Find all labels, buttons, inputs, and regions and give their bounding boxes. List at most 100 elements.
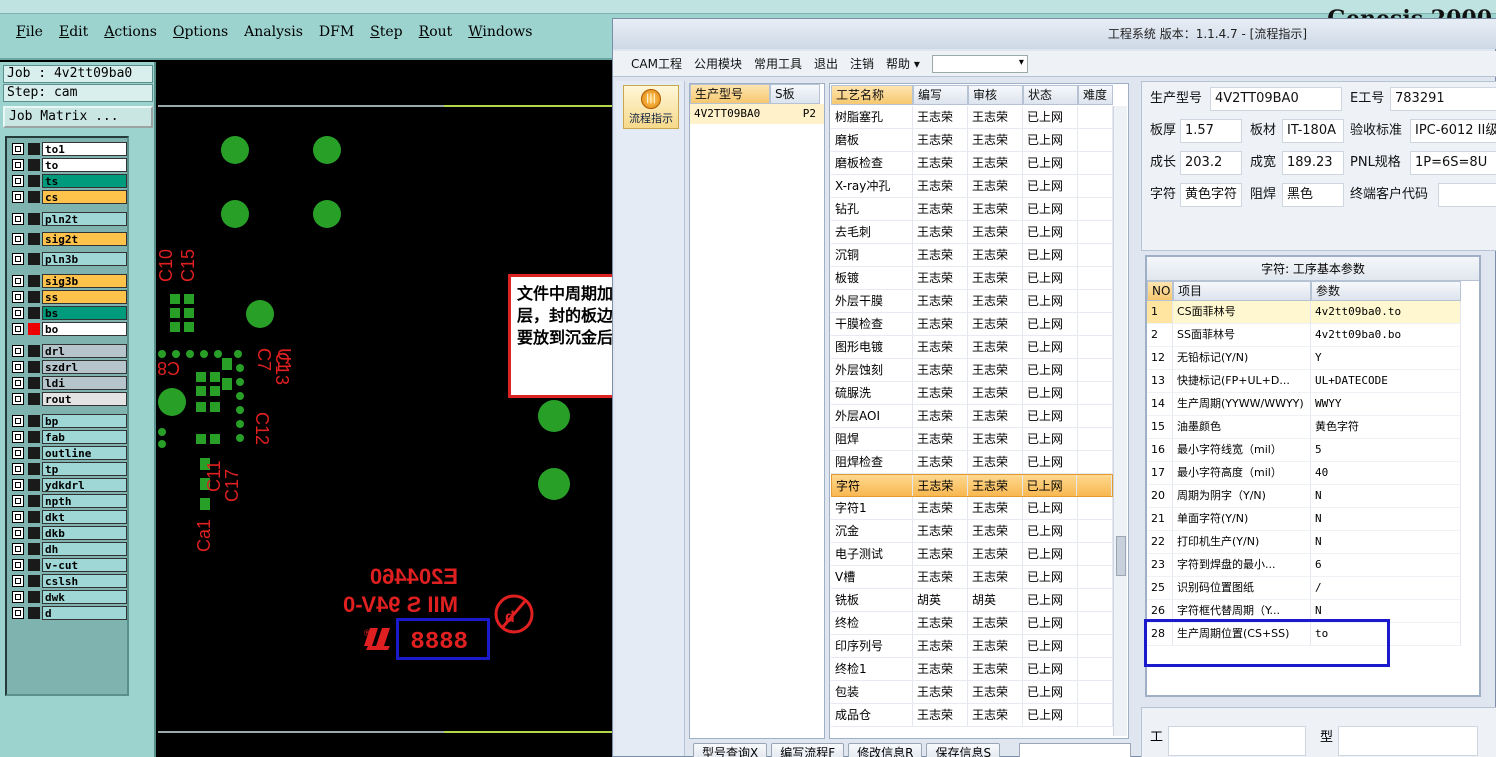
menu-analysis[interactable]: Analysis (236, 22, 311, 42)
param-row[interactable]: 20 周期为阴字（Y/N) N (1147, 485, 1479, 508)
process-scrollbar[interactable] (1113, 106, 1127, 736)
thick-field[interactable]: 1.57 (1180, 119, 1242, 143)
process-row[interactable]: 磨板 王志荣 王志荣 已上网 (831, 129, 1113, 152)
menu-actions[interactable]: Actions (96, 22, 165, 42)
layer-row[interactable]: v-cut (9, 558, 127, 572)
layer-checkbox[interactable] (12, 575, 24, 587)
layer-name[interactable]: ldi (42, 376, 127, 390)
flow-indicator-button[interactable]: ||| 流程指示 (623, 85, 679, 129)
layer-name[interactable]: dkb (42, 526, 127, 540)
process-row[interactable]: V槽 王志荣 王志荣 已上网 (831, 566, 1113, 589)
param-row[interactable]: 2 SS面菲林号 4v2tt09ba0.bo (1147, 324, 1479, 347)
layer-checkbox[interactable] (12, 191, 24, 203)
layer-row[interactable]: pln2t (9, 212, 127, 226)
layer-checkbox[interactable] (12, 559, 24, 571)
menu-edit[interactable]: Edit (51, 22, 96, 42)
cust-field[interactable] (1438, 183, 1496, 207)
layer-checkbox[interactable] (12, 591, 24, 603)
layer-row[interactable]: dkb (9, 526, 127, 540)
col-no[interactable]: NO (1147, 281, 1173, 301)
layer-checkbox[interactable] (12, 607, 24, 619)
process-row[interactable]: 成品仓 王志荣 王志荣 已上网 (831, 704, 1113, 727)
process-row[interactable]: 板镀 王志荣 王志荣 已上网 (831, 267, 1113, 290)
menu-rout[interactable]: Rout (411, 22, 461, 42)
param-row[interactable]: 12 无铅标记(Y/N) Y (1147, 347, 1479, 370)
layer-name[interactable]: ydkdrl (42, 478, 127, 492)
col-param[interactable]: 参数 (1311, 281, 1461, 301)
layer-name[interactable]: dwk (42, 590, 127, 604)
col-reviewer[interactable]: 审核 (968, 85, 1023, 105)
param-row[interactable]: 13 快捷标记(FP+UL+D... UL+DATECODE (1147, 370, 1479, 393)
col-process[interactable]: 工艺名称 (831, 85, 913, 105)
layer-name[interactable]: szdrl (42, 360, 127, 374)
layer-checkbox[interactable] (12, 159, 24, 171)
graphic-canvas[interactable]: C10 C15 C8 C11 C13 C17 C12 C7 U1 Ca1 E20… (156, 62, 612, 757)
layer-checkbox[interactable] (12, 323, 24, 335)
lower-input-1[interactable] (1168, 726, 1306, 756)
process-row[interactable]: 树脂塞孔 王志荣 王志荣 已上网 (831, 106, 1113, 129)
process-row[interactable]: 沉铜 王志荣 王志荣 已上网 (831, 244, 1113, 267)
menu-windows[interactable]: Windows (460, 22, 540, 42)
len-field[interactable]: 203.2 (1180, 151, 1242, 175)
process-row[interactable]: 干膜检查 王志荣 王志荣 已上网 (831, 313, 1113, 336)
layer-name[interactable]: cslsh (42, 574, 127, 588)
menu-help[interactable]: 帮助 ▾ (880, 55, 926, 72)
menu-options[interactable]: Options (165, 22, 236, 42)
lower-input-2[interactable] (1338, 726, 1478, 756)
process-row[interactable]: 外层干膜 王志荣 王志荣 已上网 (831, 290, 1113, 313)
param-row[interactable]: 15 油墨颜色 黄色字符 (1147, 416, 1479, 439)
layer-row[interactable]: drl (9, 344, 127, 358)
layer-name[interactable]: pln2t (42, 212, 127, 226)
layer-row[interactable]: to (9, 158, 127, 172)
layer-name[interactable]: ts (42, 174, 127, 188)
menu-public[interactable]: 公用模块 (688, 55, 748, 72)
col-item[interactable]: 项目 (1173, 281, 1311, 301)
layer-checkbox[interactable] (12, 307, 24, 319)
layer-name[interactable]: sig2t (42, 232, 127, 246)
job-matrix-button[interactable]: Job Matrix ... (3, 106, 153, 128)
model-cell[interactable]: 4V2TT09BA0 (690, 104, 770, 124)
layer-name[interactable]: cs (42, 190, 127, 204)
layer-row[interactable]: ydkdrl (9, 478, 127, 492)
model-field[interactable]: 4V2TT09BA0 (1210, 87, 1342, 111)
menu-dfm[interactable]: DFM (311, 22, 362, 42)
menu-exit[interactable]: 退出 (808, 55, 844, 72)
process-row[interactable]: 印序列号 王志荣 王志荣 已上网 (831, 635, 1113, 658)
layer-checkbox[interactable] (12, 377, 24, 389)
layer-row[interactable]: to1 (9, 142, 127, 156)
layer-row[interactable]: ldi (9, 376, 127, 390)
layer-checkbox[interactable] (12, 393, 24, 405)
layer-checkbox[interactable] (12, 527, 24, 539)
mat-field[interactable]: IT-180A (1282, 119, 1344, 143)
param-row[interactable]: 23 字符到焊盘的最小... 6 (1147, 554, 1479, 577)
layer-row[interactable]: d (9, 606, 127, 620)
process-row[interactable]: 终检 王志荣 王志荣 已上网 (831, 612, 1113, 635)
layer-row[interactable]: rout (9, 392, 127, 406)
char-field[interactable]: 黄色字符 (1180, 183, 1242, 207)
menu-file[interactable]: File (8, 22, 51, 42)
layer-name[interactable]: bp (42, 414, 127, 428)
layer-row[interactable]: cslsh (9, 574, 127, 588)
layer-row[interactable]: pln3b (9, 252, 127, 266)
layer-checkbox[interactable] (12, 431, 24, 443)
layer-row[interactable]: bs (9, 306, 127, 320)
process-row[interactable]: 硫脲洗 王志荣 王志荣 已上网 (831, 382, 1113, 405)
bottom-input[interactable] (1019, 743, 1131, 757)
layer-row[interactable]: tp (9, 462, 127, 476)
menu-step[interactable]: Step (362, 22, 410, 42)
layer-name[interactable]: npth (42, 494, 127, 508)
layer-name[interactable]: d (42, 606, 127, 620)
layer-name[interactable]: to (42, 158, 127, 172)
process-row[interactable]: 沉金 王志荣 王志荣 已上网 (831, 520, 1113, 543)
layer-name[interactable]: to1 (42, 142, 127, 156)
layer-name[interactable]: ss (42, 290, 127, 304)
layer-checkbox[interactable] (12, 213, 24, 225)
process-row[interactable]: 图形电镀 王志荣 王志荣 已上网 (831, 336, 1113, 359)
process-row[interactable]: 字符 王志荣 王志荣 已上网 (831, 474, 1113, 497)
process-row[interactable]: 阻焊 王志荣 王志荣 已上网 (831, 428, 1113, 451)
layer-checkbox[interactable] (12, 233, 24, 245)
process-row[interactable]: 外层蚀刻 王志荣 王志荣 已上网 (831, 359, 1113, 382)
param-row[interactable]: 22 打印机生产(Y/N) N (1147, 531, 1479, 554)
mask-field[interactable]: 黑色 (1282, 183, 1344, 207)
layer-name[interactable]: fab (42, 430, 127, 444)
